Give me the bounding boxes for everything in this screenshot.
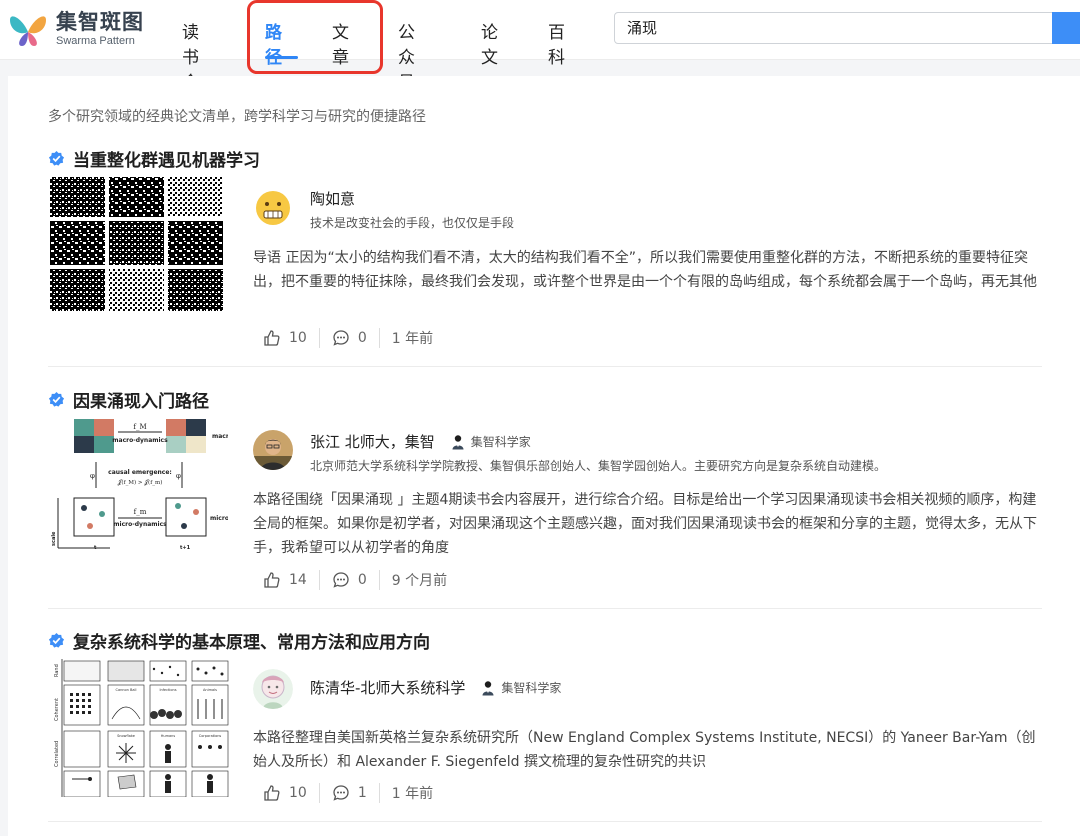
svg-text:micro-dynamics: micro-dynamics <box>113 521 167 528</box>
author-bio: 北京师范大学系统科学学院教授、集智俱乐部创始人、集智学园创始人。主要研究方向是复… <box>310 459 887 473</box>
separator <box>318 783 320 803</box>
thumbs-up-icon <box>264 785 280 801</box>
scientist-icon <box>482 680 494 695</box>
logo-name: 集智斑图 <box>56 9 144 34</box>
svg-text:Animals: Animals <box>203 688 217 692</box>
thumbs-up-icon <box>264 330 280 346</box>
comment-icon <box>333 330 349 346</box>
like-button[interactable]: 10 <box>263 784 307 802</box>
svg-text:f_m: f_m <box>134 508 147 516</box>
comment-button[interactable]: 0 <box>332 329 367 347</box>
svg-text:f_M: f_M <box>133 423 146 431</box>
author-role-badge: 集智科学家 <box>481 679 561 696</box>
path-title[interactable]: 因果涌现入门路径 <box>48 387 209 412</box>
separator <box>378 570 380 590</box>
item-divider <box>48 366 1042 367</box>
svg-text:scale: scale <box>51 531 57 546</box>
comment-count: 0 <box>357 572 367 588</box>
search-input[interactable]: 涌现 <box>614 12 1054 44</box>
like-button[interactable]: 10 <box>263 329 307 347</box>
annotation-highlight-box <box>247 0 383 74</box>
verified-badge-icon <box>48 632 65 648</box>
thumbs-up-icon <box>264 572 280 588</box>
svg-text:Snowflake: Snowflake <box>117 734 135 738</box>
path-stats: 10 0 1 年前 <box>263 328 433 348</box>
svg-text:φ: φ <box>176 472 181 480</box>
author-role-badge: 集智科学家 <box>451 433 531 450</box>
path-thumbnail[interactable]: f_M macro-dynamics macro φ φ causal emer… <box>50 418 228 552</box>
svg-text:Coherent: Coherent <box>54 698 60 721</box>
author-bio: 技术是改变社会的手段，也仅仅是手段 <box>310 216 515 230</box>
comment-button[interactable]: 1 <box>332 784 367 802</box>
nav-wiki[interactable]: 百科 <box>548 18 565 68</box>
svg-text:Correlated: Correlated <box>54 741 60 767</box>
item-divider <box>48 608 1042 609</box>
path-stats: 14 0 9 个月前 <box>263 570 447 590</box>
verified-badge-icon <box>48 391 65 407</box>
scientist-icon <box>452 434 464 449</box>
svg-text:Corporations: Corporations <box>199 734 222 738</box>
path-item: 复杂系统科学的基本原理、常用方法和应用方向 Rand Coherent Corr… <box>48 628 1044 828</box>
author-avatar[interactable] <box>253 430 293 470</box>
separator <box>378 328 380 348</box>
svg-text:micro: micro <box>210 515 228 522</box>
path-summary: 本路径围绕「因果涌现 」主题4期读书会内容展开，进行综合介绍。目标是给出一个学习… <box>253 492 1037 556</box>
separator <box>378 783 380 803</box>
author-name[interactable]: 陈清华-北师大系统科学 集智科学家 <box>310 677 561 698</box>
like-count: 10 <box>289 330 307 346</box>
path-title[interactable]: 复杂系统科学的基本原理、常用方法和应用方向 <box>48 628 430 653</box>
svg-text:Rand: Rand <box>54 664 60 677</box>
post-time: 9 个月前 <box>391 573 448 589</box>
path-item: 因果涌现入门路径 f_M macro-dynamics macro φ φ ca… <box>48 387 1044 597</box>
path-stats: 10 1 1 年前 <box>263 783 433 803</box>
comment-count: 1 <box>357 785 367 801</box>
svg-text:causal emergence:: causal emergence: <box>108 469 172 476</box>
svg-text:Infections: Infections <box>159 688 176 692</box>
path-thumbnail[interactable] <box>50 177 228 311</box>
svg-text:macro: macro <box>212 433 228 440</box>
svg-text:φ: φ <box>90 472 95 480</box>
path-summary: 本路径整理自美国新英格兰复杂系统研究所（New England Complex … <box>253 730 1036 770</box>
item-divider <box>48 821 1042 822</box>
verified-badge-icon <box>48 150 65 166</box>
logo-subname: Swarma Pattern <box>56 34 135 47</box>
separator <box>318 328 320 348</box>
svg-text:Cannon Ball: Cannon Ball <box>116 688 137 692</box>
top-bar: 集智斑图 Swarma Pattern 读书会 路径 文章 公众号 论文 百科 … <box>0 0 1080 93</box>
page-tagline: 多个研究领域的经典论文清单，跨学科学习与研究的便捷路径 <box>48 109 426 125</box>
search-button[interactable] <box>1052 12 1080 44</box>
author-avatar[interactable] <box>253 669 293 709</box>
comment-button[interactable]: 0 <box>332 571 367 589</box>
post-time: 1 年前 <box>391 786 434 802</box>
author-avatar[interactable] <box>253 188 293 228</box>
logo[interactable]: 集智斑图 Swarma Pattern <box>8 10 144 48</box>
path-item: 当重整化群遇见机器学习 陶如意 技术是改变社会的手段，也仅仅是手段 导语 正因为… <box>48 146 1044 356</box>
path-title[interactable]: 当重整化群遇见机器学习 <box>48 146 260 171</box>
author-name[interactable]: 张江 北师大，集智 集智科学家 <box>310 431 531 452</box>
path-thumbnail[interactable]: Rand Coherent Correlated Cannon Ball Inf… <box>50 659 236 797</box>
author-name[interactable]: 陶如意 <box>310 188 355 209</box>
svg-text:macro-dynamics: macro-dynamics <box>112 437 168 444</box>
comment-count: 0 <box>357 330 367 346</box>
like-button[interactable]: 14 <box>263 571 307 589</box>
svg-text:𝒥(f_M) > 𝒥(f_m): 𝒥(f_M) > 𝒥(f_m) <box>118 479 163 486</box>
svg-text:t+1: t+1 <box>180 545 191 551</box>
butterfly-logo-icon <box>10 16 46 46</box>
like-count: 14 <box>289 572 307 588</box>
comment-icon <box>333 785 349 801</box>
path-summary: 导语 正因为“太小的结构我们看不清，太大的结构我们看不全”，所以我们需要使用重整… <box>253 250 1037 290</box>
post-time: 1 年前 <box>391 331 434 347</box>
svg-text:Humans: Humans <box>161 734 176 738</box>
like-count: 10 <box>289 785 307 801</box>
comment-icon <box>333 572 349 588</box>
nav-papers[interactable]: 论文 <box>481 18 498 68</box>
separator <box>318 570 320 590</box>
